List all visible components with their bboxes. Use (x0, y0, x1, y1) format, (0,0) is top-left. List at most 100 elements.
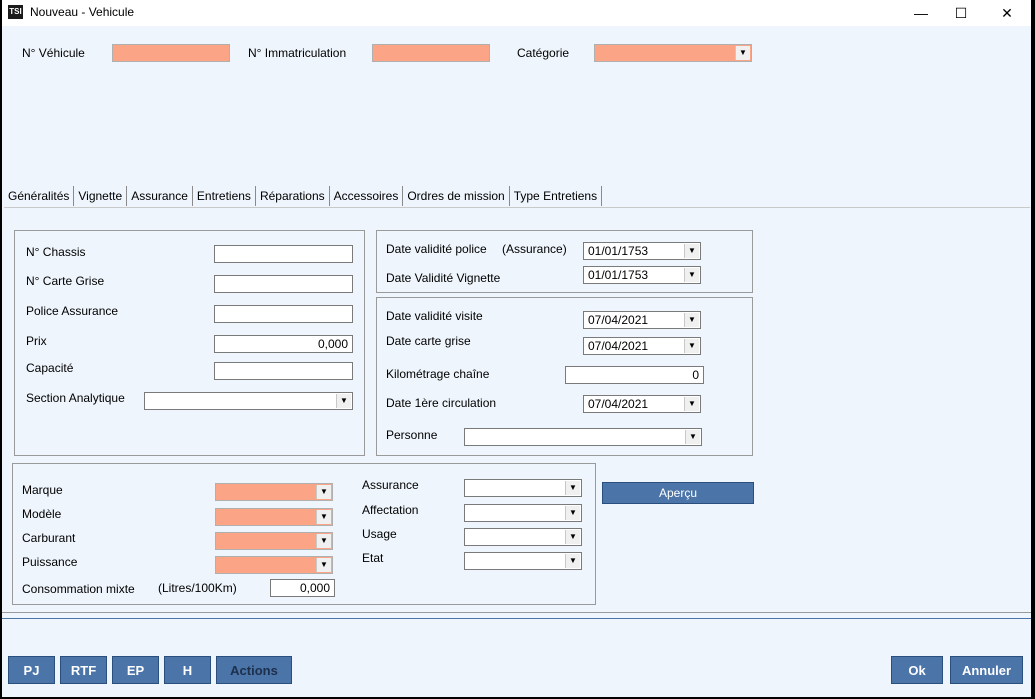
capacite-label: Capacité (26, 361, 74, 375)
date-validite-vignette-picker[interactable]: 01/01/1753 ▼ (583, 266, 701, 284)
tab-reparations[interactable]: Réparations (256, 186, 330, 206)
apercu-button[interactable]: Aperçu (602, 482, 754, 504)
date-premiere-circulation-value: 07/04/2021 (588, 397, 649, 411)
divider (2, 612, 1031, 613)
etat-select[interactable]: ▼ (464, 552, 582, 570)
etat-label: Etat (362, 551, 384, 565)
date-validite-police-note: (Assurance) (502, 242, 567, 256)
chevron-down-icon[interactable]: ▼ (565, 481, 580, 495)
consommation-input[interactable]: 0,000 (270, 579, 335, 597)
tab-generalites[interactable]: Généralités (4, 186, 75, 206)
tab-entretiens[interactable]: Entretiens (193, 186, 256, 206)
close-icon: ✕ (1001, 4, 1013, 21)
date-validite-visite-picker[interactable]: 07/04/2021 ▼ (583, 311, 701, 329)
h-button[interactable]: H (164, 656, 211, 684)
rtf-button[interactable]: RTF (60, 656, 107, 684)
maximize-button[interactable]: ☐ (939, 2, 983, 24)
carburant-select[interactable]: ▼ (215, 532, 333, 550)
chevron-down-icon[interactable]: ▼ (565, 554, 580, 568)
modele-select[interactable]: ▼ (215, 508, 333, 526)
annuler-button[interactable]: Annuler (950, 656, 1023, 684)
date-validite-visite-label: Date validité visite (386, 309, 483, 323)
affectation-select[interactable]: ▼ (464, 504, 582, 522)
prix-label: Prix (26, 334, 47, 348)
capacite-input[interactable] (214, 362, 353, 380)
police-assurance-input[interactable] (214, 305, 353, 323)
date-validite-visite-value: 07/04/2021 (588, 313, 649, 327)
date-premiere-circulation-label: Date 1ère circulation (386, 396, 497, 410)
pj-button[interactable]: PJ (8, 656, 55, 684)
chassis-input[interactable] (214, 245, 353, 263)
carte-grise-input[interactable] (214, 275, 353, 293)
puissance-label: Puissance (22, 555, 78, 569)
categorie-label: Catégorie (517, 46, 570, 60)
police-assurance-label: Police Assurance (26, 304, 119, 318)
divider (2, 618, 1031, 619)
ep-button[interactable]: EP (112, 656, 159, 684)
chevron-down-icon[interactable]: ▼ (684, 339, 699, 353)
chevron-down-icon[interactable]: ▼ (565, 530, 580, 544)
categorie-select[interactable]: ▼ (594, 44, 752, 62)
prix-input[interactable]: 0,000 (214, 335, 353, 353)
date-validite-police-label: Date validité police (386, 242, 487, 256)
tab-underline (4, 207, 1030, 208)
assurance-select[interactable]: ▼ (464, 479, 582, 497)
immatriculation-input[interactable] (372, 44, 490, 62)
chevron-down-icon[interactable]: ▼ (316, 534, 331, 548)
chevron-down-icon[interactable]: ▼ (735, 46, 750, 60)
marque-select[interactable]: ▼ (215, 483, 333, 501)
chevron-down-icon[interactable]: ▼ (684, 244, 699, 258)
minimize-button[interactable]: — (899, 2, 943, 24)
personne-select[interactable]: ▼ (464, 428, 702, 446)
affectation-label: Affectation (362, 503, 419, 517)
minimize-icon: — (914, 5, 928, 21)
title-bar: TSI Nouveau - Vehicule — ☐ ✕ (2, 0, 1031, 26)
date-premiere-circulation-picker[interactable]: 07/04/2021 ▼ (583, 395, 701, 413)
chevron-down-icon[interactable]: ▼ (316, 558, 331, 572)
date-carte-grise-picker[interactable]: 07/04/2021 ▼ (583, 337, 701, 355)
puissance-select[interactable]: ▼ (215, 556, 333, 574)
ok-button[interactable]: Ok (891, 656, 943, 684)
actions-button[interactable]: Actions (216, 656, 292, 684)
close-button[interactable]: ✕ (985, 2, 1029, 24)
chevron-down-icon[interactable]: ▼ (685, 430, 700, 444)
tab-vignette[interactable]: Vignette (74, 186, 128, 206)
immatriculation-label: N° Immatriculation (248, 46, 347, 60)
chevron-down-icon[interactable]: ▼ (684, 313, 699, 327)
vehicle-window: TSI Nouveau - Vehicule — ☐ ✕ N° Véhicule… (2, 0, 1031, 697)
tab-accessoires[interactable]: Accessoires (330, 186, 404, 206)
usage-label: Usage (362, 527, 397, 541)
date-carte-grise-label: Date carte grise (386, 334, 471, 348)
vehicule-number-input[interactable] (112, 44, 230, 62)
usage-select[interactable]: ▼ (464, 528, 582, 546)
chassis-label: N° Chassis (26, 245, 86, 259)
vehicule-number-label: N° Véhicule (22, 46, 85, 60)
consommation-label: Consommation mixte (22, 582, 135, 596)
date-carte-grise-value: 07/04/2021 (588, 339, 649, 353)
chevron-down-icon[interactable]: ▼ (684, 268, 699, 282)
carburant-label: Carburant (22, 531, 76, 545)
section-analytique-select[interactable]: ▼ (144, 392, 353, 410)
personne-label: Personne (386, 428, 438, 442)
maximize-icon: ☐ (954, 4, 968, 21)
date-validite-vignette-label: Date Validité Vignette (386, 271, 501, 285)
tab-ordres-de-mission[interactable]: Ordres de mission (403, 186, 510, 206)
window-title: Nouveau - Vehicule (30, 5, 135, 19)
kilometrage-input[interactable]: 0 (565, 366, 704, 384)
consommation-unit: (Litres/100Km) (158, 581, 237, 595)
tab-type-entretiens[interactable]: Type Entretiens (510, 186, 603, 206)
chevron-down-icon[interactable]: ▼ (336, 394, 351, 408)
date-validite-police-picker[interactable]: 01/01/1753 ▼ (583, 242, 701, 260)
carte-grise-label: N° Carte Grise (26, 274, 105, 288)
app-logo-icon: TSI (8, 5, 23, 19)
assurance-label: Assurance (362, 478, 419, 492)
marque-label: Marque (22, 483, 63, 497)
chevron-down-icon[interactable]: ▼ (565, 506, 580, 520)
modele-label: Modèle (22, 507, 62, 521)
date-validite-police-value: 01/01/1753 (588, 244, 649, 258)
tab-assurance[interactable]: Assurance (127, 186, 193, 206)
chevron-down-icon[interactable]: ▼ (684, 397, 699, 411)
chevron-down-icon[interactable]: ▼ (316, 510, 331, 524)
chevron-down-icon[interactable]: ▼ (316, 485, 331, 499)
date-validite-vignette-value: 01/01/1753 (588, 268, 649, 282)
